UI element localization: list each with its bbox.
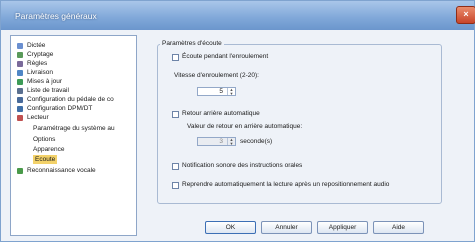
tree-item-ecoute[interactable]: Ecoute	[33, 155, 58, 164]
auto-back-checkbox[interactable]	[172, 111, 179, 118]
window-title: Paramètres généraux	[15, 11, 97, 21]
tree-item-dictee[interactable]: Dictée	[17, 41, 45, 50]
delivery-icon	[17, 69, 23, 76]
dpm-icon	[17, 105, 23, 112]
ok-button[interactable]: OK	[205, 221, 256, 234]
seconds-label: seconde(s)	[240, 138, 273, 145]
resume-playback-checkbox[interactable]	[172, 182, 179, 189]
title-bar[interactable]: Paramètres généraux ×	[1, 1, 475, 30]
settings-tree: Dictée Cryptage Règles Livraison Mises à…	[10, 35, 137, 236]
pedal-icon	[17, 96, 23, 103]
listen-rewind-label: Écoute pendant l'enroulement	[182, 53, 269, 60]
rewind-speed-stepper[interactable]: 5 ▲ ▼	[197, 87, 236, 96]
encryption-icon	[17, 51, 23, 58]
tree-item-options[interactable]: Options	[33, 135, 55, 144]
auto-back-value: 3	[219, 138, 223, 145]
audio-notification-label: Notification sonore des instructions ora…	[182, 162, 303, 169]
audio-notification-checkbox[interactable]	[172, 163, 179, 170]
group-title: Paramètres d'écoute	[160, 40, 224, 47]
player-icon	[17, 114, 23, 121]
tree-item-cryptage[interactable]: Cryptage	[17, 50, 53, 59]
close-button[interactable]: ×	[456, 6, 475, 24]
rules-icon	[17, 60, 23, 67]
tree-item-apparence[interactable]: Apparence	[33, 145, 64, 154]
tree-item-voice-recognition[interactable]: Reconnaissance vocale	[17, 166, 96, 175]
tree-item-lecteur[interactable]: Lecteur	[17, 113, 49, 122]
worklist-icon	[17, 87, 23, 94]
spinner-arrows-icon[interactable]: ▲ ▼	[227, 138, 235, 145]
rewind-speed-label: Vitesse d'enroulement (2-20):	[174, 72, 259, 79]
auto-back-stepper[interactable]: 3 ▲ ▼	[197, 137, 236, 146]
update-icon	[17, 78, 23, 85]
tree-item-system-setup[interactable]: Paramétrage du système au	[33, 124, 115, 133]
help-button[interactable]: Aide	[373, 221, 424, 234]
tree-item-pedal-config[interactable]: Configuration du pédale de co	[17, 95, 114, 104]
tree-item-livraison[interactable]: Livraison	[17, 68, 53, 77]
apply-button[interactable]: Appliquer	[317, 221, 368, 234]
rewind-speed-value: 5	[219, 88, 223, 95]
listen-rewind-checkbox[interactable]	[172, 54, 179, 61]
cancel-button[interactable]: Annuler	[261, 221, 312, 234]
voice-recognition-icon	[17, 167, 23, 174]
tree-item-updates[interactable]: Mises à jour	[17, 77, 62, 86]
dictation-icon	[17, 42, 23, 49]
tree-item-worklist[interactable]: Liste de travail	[17, 86, 69, 95]
tree-item-dpm-config[interactable]: Configuration DPM/DT	[17, 104, 92, 113]
resume-playback-label: Reprendre automatiquement la lecture apr…	[182, 181, 390, 188]
auto-back-value-label: Valeur de retour en arrière automatique:	[187, 123, 303, 130]
auto-back-label: Retour arrière automatique	[182, 110, 260, 117]
spinner-arrows-icon[interactable]: ▲ ▼	[227, 88, 235, 95]
tree-item-regles[interactable]: Règles	[17, 59, 47, 68]
